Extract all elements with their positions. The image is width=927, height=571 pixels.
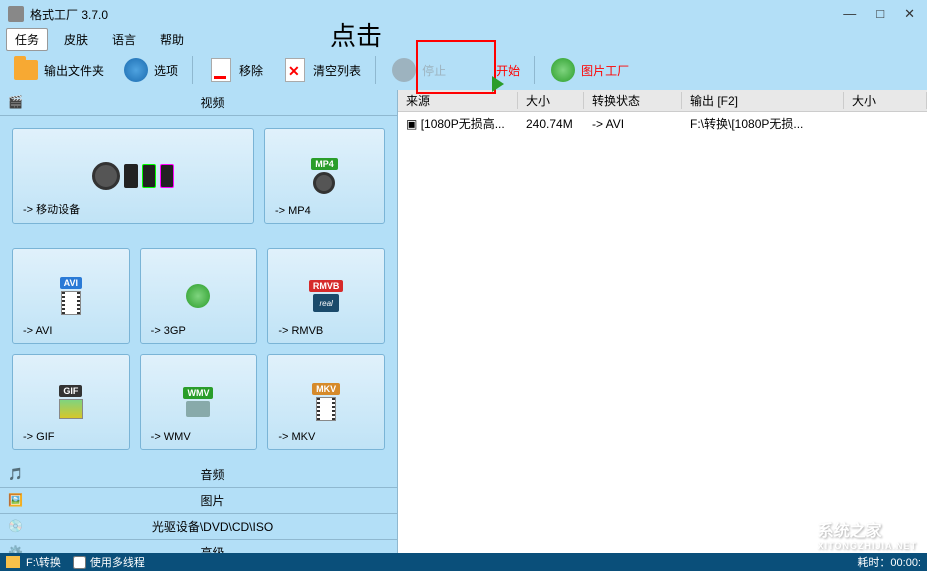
format-mobile-label: -> 移动设备	[23, 201, 80, 217]
mkv-icon: MKV	[312, 374, 340, 430]
header-output[interactable]: 输出 [F2]	[682, 92, 844, 109]
format-avi-label: -> AVI	[23, 325, 52, 337]
clear-icon: ✕	[281, 56, 309, 84]
format-gif[interactable]: GIF -> GIF	[12, 354, 130, 450]
statusbar: F:\转换 使用多线程 耗时：00:00:	[0, 553, 927, 571]
toolbar-separator	[192, 56, 193, 84]
task-list: 来源 大小 转换状态 输出 [F2] 大小 ▣ [1080P无损高... 240…	[398, 90, 927, 553]
toolbar-separator	[375, 56, 376, 84]
format-wmv-label: -> WMV	[151, 431, 191, 443]
disc-category-icon: 💿	[8, 519, 28, 535]
category-video-label: 视频	[36, 94, 389, 111]
menu-task[interactable]: 任务	[6, 28, 48, 51]
menu-skin[interactable]: 皮肤	[56, 29, 96, 50]
toolbar-separator	[534, 56, 535, 84]
window-title: 格式工厂 3.7.0	[30, 6, 108, 23]
rmvb-icon: RMVB real	[309, 268, 344, 324]
globe-icon	[549, 56, 577, 84]
image-factory-button[interactable]: 图片工厂	[543, 54, 635, 86]
file-type-icon: ▣	[406, 117, 417, 131]
multithread-label: 使用多线程	[90, 554, 145, 570]
status-path[interactable]: F:\转换	[26, 554, 61, 570]
format-grid: AVI -> AVI -> 3GP RMVB real -> RMVB GIF	[0, 236, 397, 462]
format-mp4[interactable]: MP4 -> MP4	[264, 128, 385, 224]
format-3gp[interactable]: -> 3GP	[140, 248, 258, 344]
category-advanced-label: 高级	[36, 544, 389, 553]
menu-help[interactable]: 帮助	[152, 29, 192, 50]
format-mkv-label: -> MKV	[278, 431, 315, 443]
cell-output: F:\转换\[1080P无损...	[682, 115, 844, 132]
image-factory-label: 图片工厂	[581, 62, 629, 79]
toolbar: 输出文件夹 选项 移除 ✕ 清空列表 停止 开始 图片工厂	[0, 50, 927, 90]
format-mkv[interactable]: MKV -> MKV	[267, 354, 385, 450]
image-category-icon: 🖼️	[8, 493, 28, 509]
cell-status: -> AVI	[584, 117, 682, 131]
cell-source: ▣ [1080P无损高...	[398, 115, 518, 132]
format-rmvb-label: -> RMVB	[278, 325, 323, 337]
window-controls: — □ ✕	[839, 6, 919, 22]
category-video[interactable]: 🎬 视频	[0, 90, 397, 116]
audio-category-icon: 🎵	[8, 467, 28, 483]
clear-list-button[interactable]: ✕ 清空列表	[275, 54, 367, 86]
format-mobile[interactable]: -> 移动设备	[12, 128, 254, 224]
elapsed-time: 耗时：00:00:	[857, 554, 921, 570]
maximize-button[interactable]: □	[872, 6, 888, 22]
output-folder-button[interactable]: 输出文件夹	[6, 54, 110, 86]
folder-icon[interactable]	[6, 556, 20, 568]
3gp-icon	[186, 268, 210, 324]
video-category-icon: 🎬	[8, 95, 28, 111]
category-disc-label: 光驱设备\DVD\CD\ISO	[36, 518, 389, 535]
format-gif-label: -> GIF	[23, 431, 54, 443]
remove-icon	[207, 56, 235, 84]
main-area: 🎬 视频 -> 移动设备 MP4 -> MP4 AVI	[0, 90, 927, 553]
stop-icon	[390, 56, 418, 84]
titlebar: 格式工厂 3.7.0 — □ ✕	[0, 0, 927, 28]
start-icon	[464, 56, 492, 84]
format-avi[interactable]: AVI -> AVI	[12, 248, 130, 344]
output-folder-label: 输出文件夹	[44, 62, 104, 79]
wmv-icon: WMV	[183, 374, 213, 430]
category-audio[interactable]: 🎵 音频	[0, 462, 397, 488]
format-mp4-label: -> MP4	[275, 205, 311, 217]
app-icon	[8, 6, 24, 22]
stop-label: 停止	[422, 62, 446, 79]
format-wmv[interactable]: WMV -> WMV	[140, 354, 258, 450]
advanced-category-icon: ⚙️	[8, 545, 28, 554]
menu-language[interactable]: 语言	[104, 29, 144, 50]
mp4-icon: MP4	[311, 148, 338, 204]
category-image-label: 图片	[36, 492, 389, 509]
minimize-button[interactable]: —	[839, 6, 860, 22]
category-image[interactable]: 🖼️ 图片	[0, 488, 397, 514]
format-grid: -> 移动设备 MP4 -> MP4	[0, 116, 397, 236]
category-audio-label: 音频	[36, 466, 389, 483]
globe-icon	[122, 56, 150, 84]
header-status[interactable]: 转换状态	[584, 92, 682, 109]
header-source[interactable]: 来源	[398, 92, 518, 109]
avi-icon: AVI	[60, 268, 82, 324]
remove-label: 移除	[239, 62, 263, 79]
header-size[interactable]: 大小	[518, 92, 584, 109]
start-button[interactable]: 开始	[458, 54, 526, 86]
annotation-label: 点击	[330, 16, 382, 53]
folder-icon	[12, 56, 40, 84]
options-button[interactable]: 选项	[116, 54, 184, 86]
format-3gp-label: -> 3GP	[151, 325, 186, 337]
table-row[interactable]: ▣ [1080P无损高... 240.74M -> AVI F:\转换\[108…	[398, 112, 927, 135]
clear-list-label: 清空列表	[313, 62, 361, 79]
cell-size: 240.74M	[518, 117, 584, 131]
column-headers: 来源 大小 转换状态 输出 [F2] 大小	[398, 90, 927, 112]
header-size2[interactable]: 大小	[844, 92, 927, 109]
close-button[interactable]: ✕	[900, 6, 919, 22]
remove-button[interactable]: 移除	[201, 54, 269, 86]
stop-button[interactable]: 停止	[384, 54, 452, 86]
menubar: 任务 皮肤 语言 帮助	[0, 28, 927, 50]
gif-icon: GIF	[59, 374, 83, 430]
category-disc[interactable]: 💿 光驱设备\DVD\CD\ISO	[0, 514, 397, 540]
mobile-icon	[92, 148, 174, 204]
options-label: 选项	[154, 62, 178, 79]
category-advanced[interactable]: ⚙️ 高级	[0, 540, 397, 553]
format-rmvb[interactable]: RMVB real -> RMVB	[267, 248, 385, 344]
multithread-checkbox[interactable]	[73, 556, 86, 569]
sidebar: 🎬 视频 -> 移动设备 MP4 -> MP4 AVI	[0, 90, 398, 553]
